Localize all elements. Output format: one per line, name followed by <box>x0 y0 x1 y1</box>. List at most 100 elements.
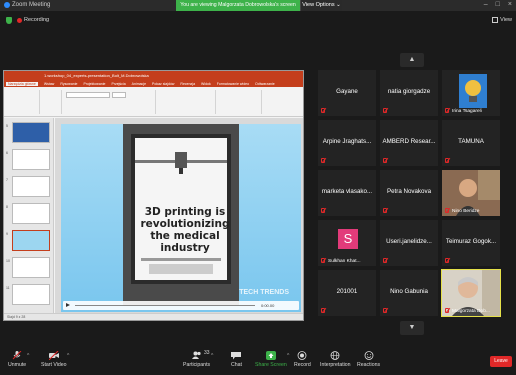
microphone-muted-icon <box>321 308 325 313</box>
participant-tile[interactable]: Irina Tsagareli <box>442 70 500 116</box>
record-icon <box>297 351 307 360</box>
ppt-editing-group <box>264 90 300 114</box>
ppt-tab[interactable]: Projektowanie <box>83 82 105 86</box>
microphone-muted-icon <box>445 108 449 113</box>
ppt-slide-editor: 3D printing is revolutionizing the medic… <box>55 118 303 314</box>
ppt-tab[interactable]: Recenzja <box>180 82 195 86</box>
participant-tile[interactable]: AMBERD Resear... <box>380 120 438 166</box>
current-slide[interactable]: 3D printing is revolutionizing the medic… <box>61 124 301 312</box>
gallery-prev-page-button[interactable]: ▲ <box>400 53 424 67</box>
microphone-muted-icon <box>383 308 387 313</box>
participant-tile[interactable]: TAMUNA <box>442 120 500 166</box>
microphone-muted-icon <box>445 208 449 213</box>
participants-options-caret[interactable]: ^ <box>211 353 213 359</box>
avatar: S <box>338 229 358 249</box>
window-controls: – □ × <box>484 1 512 8</box>
participant-tile[interactable]: Petra Novakova <box>380 170 438 216</box>
participant-name: 201001 <box>336 288 358 295</box>
participant-name: Malgorzata Dob... <box>452 309 490 314</box>
chat-button[interactable]: Chat <box>231 351 242 368</box>
participant-tile[interactable]: Teimuraz Gogok... <box>442 220 500 266</box>
audio-options-caret[interactable]: ^ <box>27 353 29 359</box>
globe-icon <box>330 351 340 360</box>
participants-icon <box>191 351 201 359</box>
start-video-button[interactable]: Start Video <box>41 351 67 368</box>
view-options-button[interactable]: View Options ⌄ <box>300 0 342 11</box>
view-label: View <box>500 17 512 23</box>
viewing-screen-banner: You are viewing Malgorzata Dobrowolska's… <box>176 0 300 11</box>
participant-tile[interactable]: Malgorzata Dob... <box>441 269 501 317</box>
app-title: Zoom Meeting <box>4 2 50 8</box>
microphone-muted-icon <box>321 258 325 263</box>
printer-chamber: 3D printing is revolutionizing the medic… <box>131 134 231 284</box>
participant-tile[interactable]: Nino Beridze <box>442 170 500 216</box>
participant-tile[interactable]: Useri.janelidze... <box>380 220 438 266</box>
ppt-tab[interactable]: Pokaz slajdów <box>152 82 174 86</box>
gallery-next-page-button[interactable]: ▼ <box>400 321 424 335</box>
leave-button[interactable]: Leave <box>490 356 512 367</box>
participant-tile[interactable]: marketa vlasako... <box>318 170 376 216</box>
play-icon[interactable] <box>66 303 70 307</box>
ppt-tab[interactable]: Animacje <box>132 82 146 86</box>
participants-button[interactable]: 33 Participants <box>183 350 211 368</box>
share-screen-label: Share Screen <box>255 362 287 368</box>
participant-name: Sulkhan Khat... <box>328 259 361 264</box>
participants-label: Participants <box>183 362 211 368</box>
3d-printer-illustration: 3D printing is revolutionizing the medic… <box>123 124 239 306</box>
participant-name: Petra Novakova <box>386 188 432 195</box>
participant-tile[interactable]: 201001 <box>318 270 376 316</box>
video-media-controls: 0:00.00 <box>63 301 299 310</box>
share-screen-icon <box>265 351 276 360</box>
video-progress-track[interactable] <box>75 305 255 306</box>
interpretation-button[interactable]: Interpretation <box>320 351 351 368</box>
ppt-body: 5 6 7 8 9 10 11 3D printing is revolutio… <box>4 118 303 314</box>
slide-thumbnail[interactable] <box>12 257 50 278</box>
ppt-ribbon-tabs: Narzędzia główne Wstaw Rysowanie Projektowa… <box>4 80 303 87</box>
record-button[interactable]: Record <box>294 351 311 368</box>
participant-tile[interactable]: Nino Gabunia <box>380 270 438 316</box>
recording-label[interactable]: Recording <box>24 17 49 23</box>
participant-name: AMBERD Resear... <box>382 138 436 145</box>
share-options-caret[interactable]: ^ <box>287 353 289 359</box>
close-icon[interactable]: × <box>508 1 512 8</box>
reactions-button[interactable]: Reactions <box>357 351 380 368</box>
maximize-icon[interactable]: □ <box>496 1 500 8</box>
ppt-tab[interactable]: Wstaw <box>44 82 55 86</box>
slide-thumbnail[interactable] <box>12 284 50 305</box>
minimize-icon[interactable]: – <box>484 1 488 8</box>
microphone-muted-icon <box>383 108 387 113</box>
participant-name: Gayane <box>336 88 358 95</box>
microphone-muted-icon <box>12 351 22 360</box>
unmute-button[interactable]: Unmute <box>8 351 26 368</box>
ppt-slides-group <box>42 90 62 114</box>
ppt-tab[interactable]: Odtwarzanie <box>255 82 275 86</box>
slide-thumbnail[interactable] <box>12 149 50 170</box>
view-button[interactable]: View <box>492 17 512 23</box>
participant-name: Teimuraz Gogok... <box>445 238 497 245</box>
tech-trends-logo: TECH TRENDS <box>239 289 289 296</box>
security-shield-icon[interactable] <box>6 17 12 24</box>
ppt-tab[interactable]: Narzędzia główne <box>6 81 38 86</box>
participant-tile[interactable]: natia giorgadze <box>380 70 438 116</box>
ppt-tab[interactable]: Przejścia <box>111 82 125 86</box>
ppt-tab[interactable]: Widok <box>201 82 211 86</box>
slide-thumbnail[interactable] <box>12 122 50 143</box>
video-time: 0:00.00 <box>261 303 275 308</box>
participants-count: 33 <box>204 350 210 356</box>
ppt-tab[interactable]: Formatowanie wideo <box>217 82 249 86</box>
microphone-muted-icon <box>383 158 387 163</box>
video-options-caret[interactable]: ^ <box>67 353 69 359</box>
microphone-muted-icon <box>321 208 325 213</box>
chat-label: Chat <box>231 362 242 368</box>
participant-tile[interactable]: Arpine Jraghats... <box>318 120 376 166</box>
share-screen-button[interactable]: Share Screen <box>255 351 287 368</box>
slide-thumbnail[interactable] <box>12 176 50 197</box>
slide-thumbnail[interactable] <box>12 203 50 224</box>
smiley-icon <box>364 351 373 360</box>
video-off-icon <box>48 351 59 360</box>
ppt-tab[interactable]: Rysowanie <box>60 82 77 86</box>
participant-tile[interactable]: S Sulkhan Khat... <box>318 220 376 266</box>
participant-tile[interactable]: Gayane <box>318 70 376 116</box>
shared-screen-powerpoint: 1.workshop_04_experts-presentation_Bolt_… <box>3 70 304 321</box>
slide-thumbnail-selected[interactable] <box>12 230 50 251</box>
